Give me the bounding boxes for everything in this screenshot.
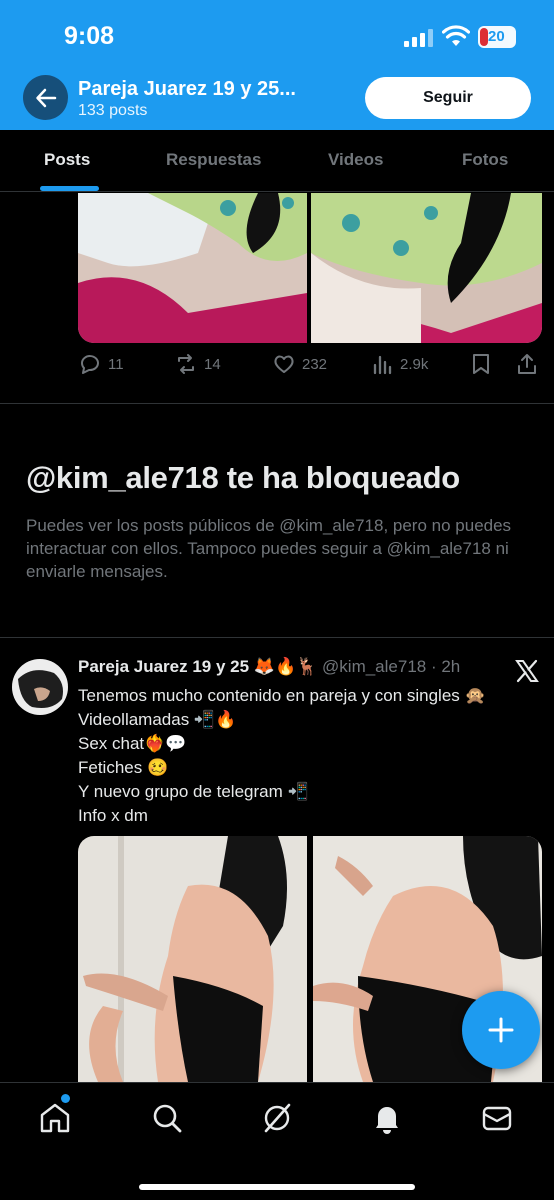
share-button[interactable]: [516, 352, 538, 376]
cellular-signal-icon: [404, 29, 434, 47]
follow-button[interactable]: Seguir: [365, 77, 531, 119]
divider: [0, 637, 554, 638]
post-actions: 11 14 232 2.9k: [78, 352, 548, 382]
avatar[interactable]: [12, 659, 68, 715]
like-count: 232: [302, 355, 328, 373]
post-text: Tenemos mucho contenido en pareja y con …: [78, 684, 548, 828]
tab-posts[interactable]: Posts: [44, 150, 90, 170]
bottom-nav: [0, 1082, 554, 1200]
tab-videos[interactable]: Videos: [328, 150, 383, 170]
tab-fotos[interactable]: Fotos: [462, 150, 508, 170]
reply-button[interactable]: 11: [78, 352, 124, 376]
battery-level: 20: [488, 28, 505, 45]
post-text-line: Videollamadas 📲🔥: [78, 710, 237, 729]
views-button[interactable]: 2.9k: [372, 352, 428, 376]
arrow-left-icon: [35, 88, 56, 107]
divider: [0, 403, 554, 404]
home-indicator: [139, 1184, 415, 1190]
wifi-icon: [442, 25, 470, 46]
post-handle-time[interactable]: @kim_ale718 · 2h: [322, 657, 460, 676]
battery-indicator: 20: [478, 26, 516, 48]
like-button[interactable]: 232: [272, 352, 327, 376]
post-text-line: Tenemos mucho contenido en pareja y con …: [78, 686, 486, 705]
share-icon: [518, 354, 536, 374]
posts-count: 133 posts: [78, 102, 148, 119]
repost-button[interactable]: 14: [174, 352, 221, 376]
profile-name: Pareja Juarez 19 y 25...: [78, 78, 296, 100]
blocked-description: Puedes ver los posts públicos de @kim_al…: [26, 516, 512, 581]
reply-icon: [81, 355, 99, 374]
profile-tabs: Posts Respuestas Videos Fotos: [0, 130, 554, 192]
tab-respuestas[interactable]: Respuestas: [166, 150, 261, 170]
post-text-line: Fetiches 🥴: [78, 758, 169, 777]
mail-icon[interactable]: [480, 1101, 514, 1135]
bookmark-icon: [473, 354, 489, 374]
bell-icon[interactable]: [370, 1101, 404, 1135]
active-tab-indicator: [40, 186, 99, 191]
post-header: Pareja Juarez 19 y 25 🦊🔥🦌 @kim_ale718 · …: [78, 657, 460, 677]
repost-count: 14: [204, 355, 221, 373]
status-time: 9:08: [64, 22, 115, 50]
post-text-line: Sex chat❤️‍🔥💬: [78, 734, 187, 753]
back-button[interactable]: [23, 75, 68, 120]
post-text-line: Info x dm: [78, 806, 148, 825]
compose-button[interactable]: [462, 991, 540, 1069]
notification-dot: [61, 1094, 70, 1103]
post-image[interactable]: [78, 836, 307, 1082]
search-icon[interactable]: [150, 1101, 184, 1135]
blocked-title: @kim_ale718 te ha bloqueado: [26, 460, 460, 495]
view-count: 2.9k: [400, 355, 429, 373]
x-logo-icon: [515, 659, 539, 683]
post-text-line: Y nuevo grupo de telegram 📲: [78, 782, 309, 801]
grok-icon[interactable]: [260, 1101, 294, 1135]
profile-header: 9:08 20 Pareja Juarez 19 y 25... 133 pos…: [0, 0, 554, 130]
home-icon[interactable]: [38, 1101, 72, 1135]
status-bar: 9:08 20: [0, 0, 554, 70]
heart-icon: [274, 355, 294, 373]
repost-icon: [178, 354, 194, 374]
post-image[interactable]: [311, 193, 542, 343]
post-image[interactable]: [78, 193, 307, 343]
plus-icon: [488, 1017, 514, 1043]
bookmark-button[interactable]: [470, 352, 492, 376]
post-author[interactable]: Pareja Juarez 19 y 25 🦊🔥🦌: [78, 657, 317, 676]
reply-count: 11: [108, 355, 124, 373]
views-icon: [373, 355, 392, 375]
